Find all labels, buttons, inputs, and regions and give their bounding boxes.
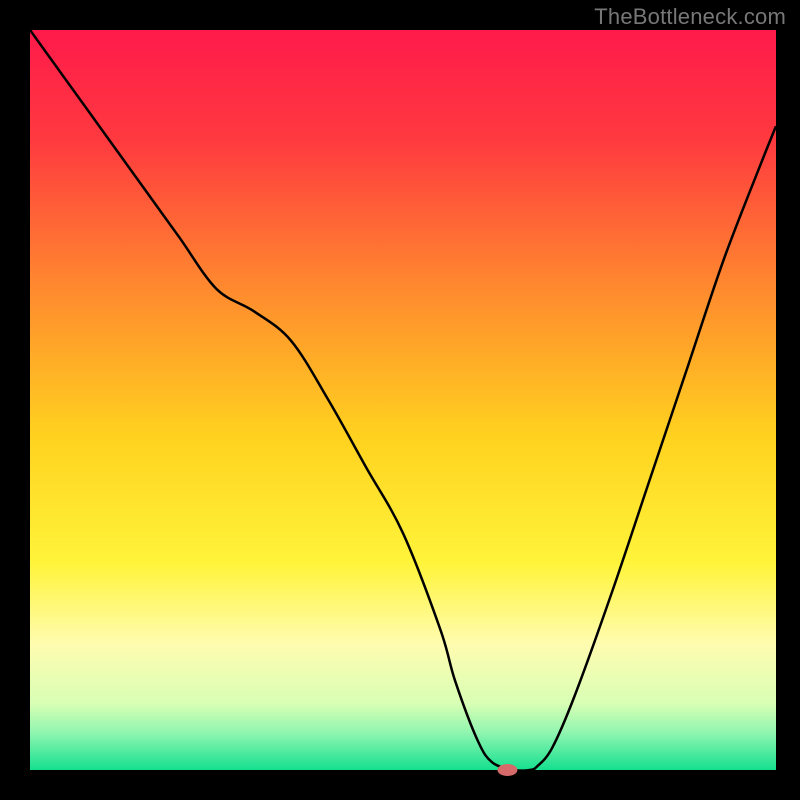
optimal-marker: [497, 764, 517, 776]
chart-frame: TheBottleneck.com: [0, 0, 800, 800]
watermark-text: TheBottleneck.com: [594, 4, 786, 30]
bottleneck-chart: [0, 0, 800, 800]
plot-background: [30, 30, 776, 770]
